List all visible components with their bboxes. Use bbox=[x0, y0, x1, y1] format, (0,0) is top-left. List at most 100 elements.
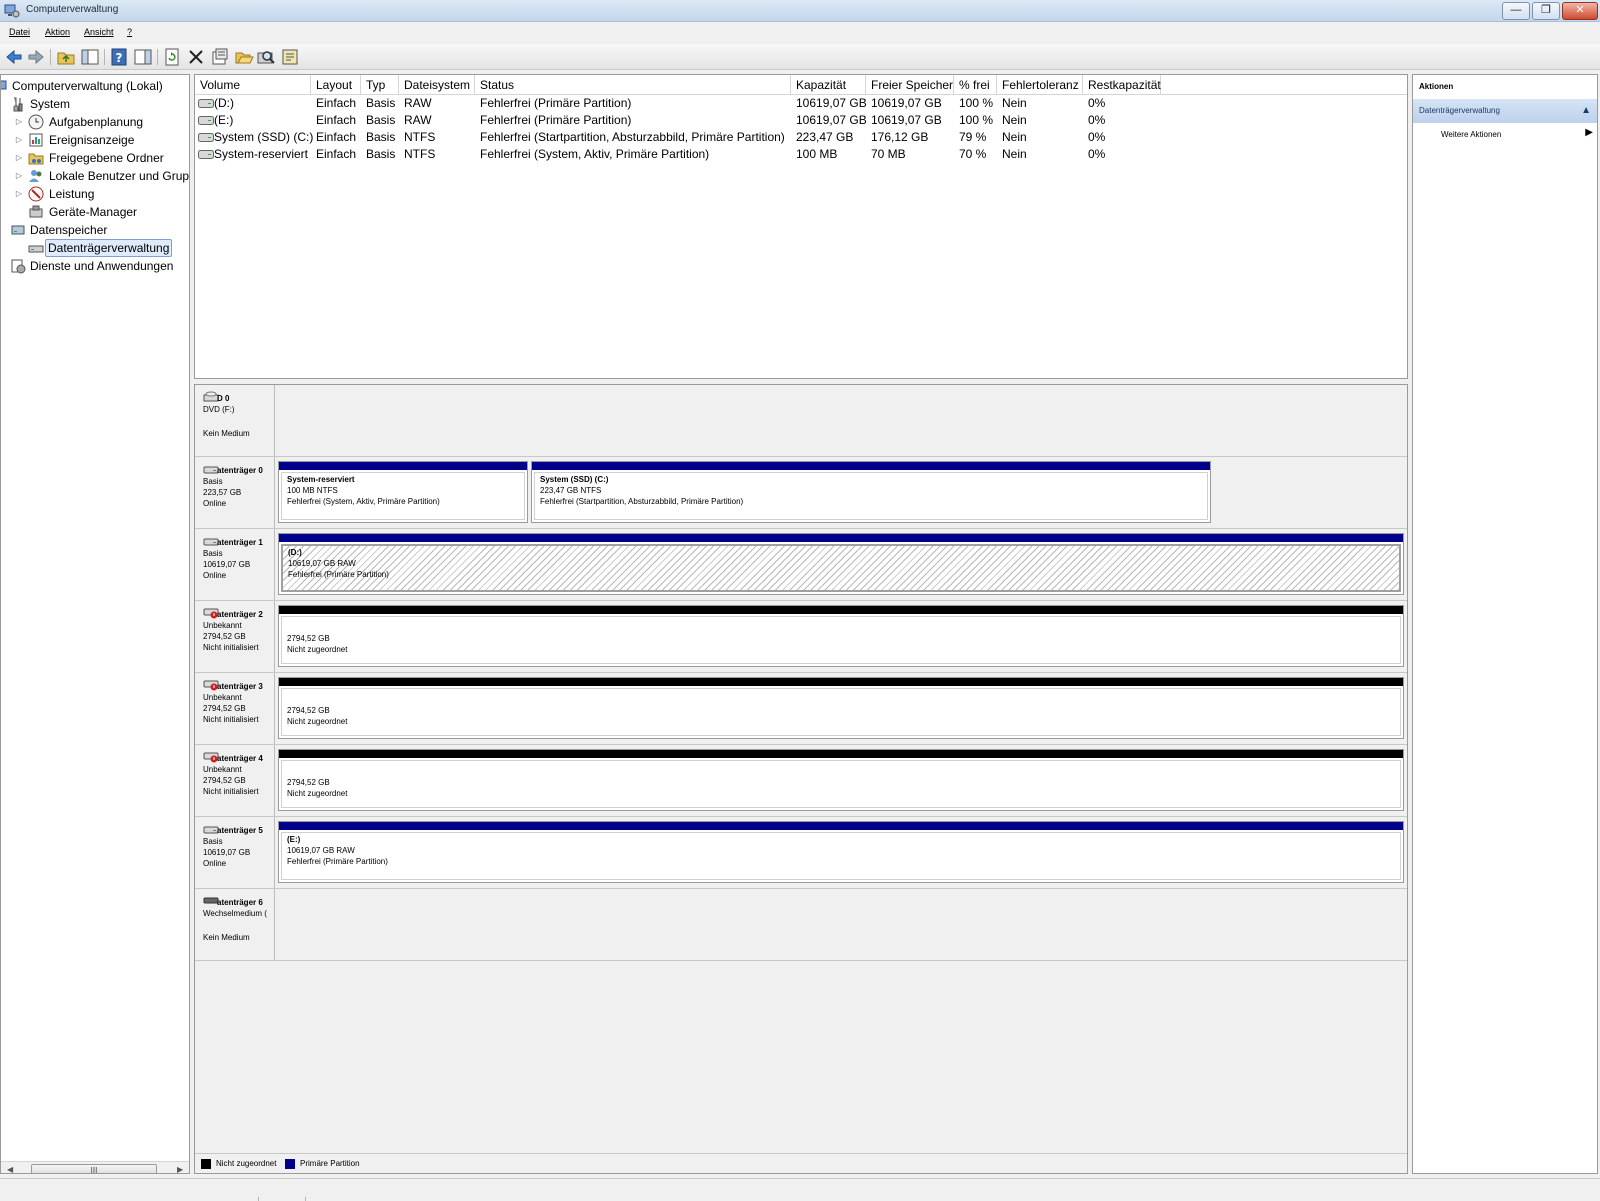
partition-unallocated[interactable]: 2794,52 GB Nicht zugeordnet bbox=[278, 605, 1404, 667]
tree-item-system[interactable]: System bbox=[1, 95, 189, 113]
scroll-right-arrow-icon[interactable]: ▶ bbox=[177, 1165, 183, 1173]
tree-item-datenspeicher[interactable]: Datenspeicher bbox=[1, 221, 189, 239]
tree-item-freigegebene-ordner[interactable]: ▷ Freigegebene Ordner bbox=[1, 149, 189, 167]
partition-title: System-reserviert bbox=[287, 475, 355, 484]
partition-d[interactable]: (D:) 10619,07 GB RAW Fehlerfrei (Primäre… bbox=[278, 533, 1404, 595]
scrollbar-thumb[interactable]: III bbox=[31, 1164, 157, 1173]
open-folder-icon[interactable] bbox=[234, 47, 254, 67]
cell-typ: Basis bbox=[366, 130, 396, 144]
delete-icon[interactable] bbox=[186, 47, 206, 67]
disk-info[interactable]: atenträger 5 Basis 10619,07 GB Online bbox=[195, 817, 275, 888]
tree-item-lokale-benutzer[interactable]: ▷ Lokale Benutzer und Grupp bbox=[1, 167, 189, 185]
partition-body: (E:) 10619,07 GB RAW Fehlerfrei (Primäre… bbox=[281, 832, 1401, 880]
disk-row-6[interactable]: atenträger 6 Wechselmedium ( Kein Medium bbox=[195, 889, 1407, 961]
column-header-status[interactable]: Status bbox=[475, 75, 791, 95]
tree-item-root[interactable]: Computerverwaltung (Lokal) bbox=[1, 77, 189, 95]
maximize-button[interactable]: ❐ bbox=[1532, 2, 1560, 20]
column-header-dateisystem[interactable]: Dateisystem bbox=[399, 75, 475, 95]
partition-unallocated[interactable]: 2794,52 GB Nicht zugeordnet bbox=[278, 749, 1404, 811]
cell-fehlertoleranz: Nein bbox=[1002, 113, 1027, 127]
unallocated-bar bbox=[279, 678, 1403, 686]
expand-arrow-icon[interactable]: ▷ bbox=[15, 167, 23, 185]
tree-item-aufgabenplanung[interactable]: ▷ Aufgabenplanung bbox=[1, 113, 189, 131]
expand-arrow-icon[interactable]: ▷ bbox=[15, 113, 23, 131]
tools-icon bbox=[13, 97, 23, 112]
show-hide-tree-icon[interactable] bbox=[80, 47, 100, 67]
partition-system-reserved[interactable]: System-reserviert 100 MB NTFS Fehlerfrei… bbox=[278, 461, 528, 523]
expand-arrow-icon[interactable]: ▷ bbox=[15, 185, 23, 203]
column-header-freier-speicher[interactable]: Freier Speicher bbox=[866, 75, 954, 95]
disk-status: Kein Medium bbox=[203, 933, 250, 942]
tree-item-ereignisanzeige[interactable]: ▷ Ereignisanzeige bbox=[1, 131, 189, 149]
partition-unallocated[interactable]: 2794,52 GB Nicht zugeordnet bbox=[278, 677, 1404, 739]
column-header-typ[interactable]: Typ bbox=[361, 75, 399, 95]
back-arrow-icon[interactable] bbox=[4, 47, 24, 67]
column-header-prozent-frei[interactable]: % frei bbox=[954, 75, 997, 95]
partition-system-c[interactable]: System (SSD) (C:) 223,47 GB NTFS Fehlerf… bbox=[531, 461, 1211, 523]
forward-arrow-icon[interactable] bbox=[26, 47, 46, 67]
partition-body: System (SSD) (C:) 223,47 GB NTFS Fehlerf… bbox=[534, 472, 1208, 520]
cell-fehlertoleranz: Nein bbox=[1002, 147, 1027, 161]
tree-item-leistung[interactable]: ▷ Leistung bbox=[1, 185, 189, 203]
tree-horizontal-scrollbar[interactable]: ◀ III ▶ bbox=[1, 1161, 189, 1173]
disk-status: Nicht initialisiert bbox=[203, 787, 259, 796]
expand-arrow-icon[interactable]: ▷ bbox=[15, 149, 23, 167]
partition-e[interactable]: (E:) 10619,07 GB RAW Fehlerfrei (Primäre… bbox=[278, 821, 1404, 883]
disk-row-2[interactable]: atenträger 2 Unbekannt 2794,52 GB Nicht … bbox=[195, 601, 1407, 673]
disk-info[interactable]: atenträger 1 Basis 10619,07 GB Online bbox=[195, 529, 275, 600]
column-header-restkapazitaet[interactable]: Restkapazität bbox=[1083, 75, 1161, 95]
cell-restkapazitaet: 0% bbox=[1088, 113, 1106, 127]
column-header-kapazitaet[interactable]: Kapazität bbox=[791, 75, 866, 95]
menu-ansicht[interactable]: Ansicht bbox=[84, 27, 114, 37]
table-row[interactable]: (D:) Einfach Basis RAW Fehlerfrei (Primä… bbox=[195, 95, 1407, 112]
table-row[interactable]: System-reserviert Einfach Basis NTFS Feh… bbox=[195, 146, 1407, 163]
table-row[interactable]: (E:) Einfach Basis RAW Fehlerfrei (Primä… bbox=[195, 112, 1407, 129]
partition-status: Nicht zugeordnet bbox=[287, 645, 348, 654]
search-disk-icon[interactable] bbox=[256, 47, 276, 67]
up-folder-icon[interactable] bbox=[56, 47, 76, 67]
menu-aktion[interactable]: Aktion bbox=[45, 27, 70, 37]
disk-info[interactable]: atenträger 0 Basis 223,57 GB Online bbox=[195, 457, 275, 528]
close-button[interactable]: ✕ bbox=[1562, 2, 1598, 20]
column-header-volume[interactable]: Volume bbox=[195, 75, 311, 95]
wizard-icon[interactable] bbox=[280, 47, 300, 67]
disk-row-cd0[interactable]: D 0 DVD (F:) Kein Medium bbox=[195, 385, 1407, 457]
menu-datei[interactable]: Datei bbox=[9, 27, 30, 37]
disk-row-3[interactable]: atenträger 3 Unbekannt 2794,52 GB Nicht … bbox=[195, 673, 1407, 745]
menu-help[interactable]: ? bbox=[127, 27, 132, 37]
cell-dateisystem: RAW bbox=[404, 113, 432, 127]
cell-typ: Basis bbox=[366, 96, 396, 110]
refresh-icon[interactable] bbox=[162, 47, 182, 67]
disk-info[interactable]: D 0 DVD (F:) Kein Medium bbox=[195, 385, 275, 456]
primary-partition-bar bbox=[532, 462, 1210, 470]
minimize-button[interactable]: — bbox=[1502, 2, 1530, 20]
disk-info[interactable]: atenträger 2 Unbekannt 2794,52 GB Nicht … bbox=[195, 601, 275, 672]
partition-body: System-reserviert 100 MB NTFS Fehlerfrei… bbox=[281, 472, 525, 520]
tree-item-datentraegerverwaltung[interactable]: Datenträgerverwaltung bbox=[1, 239, 189, 257]
action-weitere-aktionen[interactable]: Weitere Aktionen bbox=[1441, 130, 1501, 139]
disk-row-1[interactable]: atenträger 1 Basis 10619,07 GB Online (D… bbox=[195, 529, 1407, 601]
cell-typ: Basis bbox=[366, 113, 396, 127]
disk-info[interactable]: atenträger 3 Unbekannt 2794,52 GB Nicht … bbox=[195, 673, 275, 744]
column-header-fehlertoleranz[interactable]: Fehlertoleranz bbox=[997, 75, 1083, 95]
disk-row-0[interactable]: atenträger 0 Basis 223,57 GB Online Syst… bbox=[195, 457, 1407, 529]
actions-section-datentraegerverwaltung[interactable]: Datenträgerverwaltung ▲ bbox=[1413, 99, 1597, 123]
disk-row-5[interactable]: atenträger 5 Basis 10619,07 GB Online (E… bbox=[195, 817, 1407, 889]
show-hide-action-pane-icon[interactable] bbox=[133, 47, 153, 67]
table-row[interactable]: System (SSD) (C:) Einfach Basis NTFS Feh… bbox=[195, 129, 1407, 146]
shared-folder-icon bbox=[28, 153, 44, 165]
disk-info[interactable]: atenträger 6 Wechselmedium ( Kein Medium bbox=[195, 889, 275, 960]
disk-info[interactable]: atenträger 4 Unbekannt 2794,52 GB Nicht … bbox=[195, 745, 275, 816]
properties-icon[interactable] bbox=[210, 47, 230, 67]
collapse-arrow-icon[interactable]: ▲ bbox=[1581, 105, 1591, 116]
help-icon[interactable]: ? bbox=[109, 47, 129, 67]
scroll-left-arrow-icon[interactable]: ◀ bbox=[7, 1165, 13, 1173]
expand-arrow-icon[interactable]: ▷ bbox=[15, 131, 23, 149]
tree-item-dienste[interactable]: Dienste und Anwendungen bbox=[1, 257, 189, 275]
submenu-arrow-icon[interactable]: ▶ bbox=[1585, 127, 1593, 138]
column-header-layout[interactable]: Layout bbox=[311, 75, 361, 95]
tree-item-geraete-manager[interactable]: Geräte-Manager bbox=[1, 203, 189, 221]
disk-row-4[interactable]: atenträger 4 Unbekannt 2794,52 GB Nicht … bbox=[195, 745, 1407, 817]
partition-status: Nicht zugeordnet bbox=[287, 717, 348, 726]
tree-label: Ereignisanzeige bbox=[49, 133, 135, 147]
